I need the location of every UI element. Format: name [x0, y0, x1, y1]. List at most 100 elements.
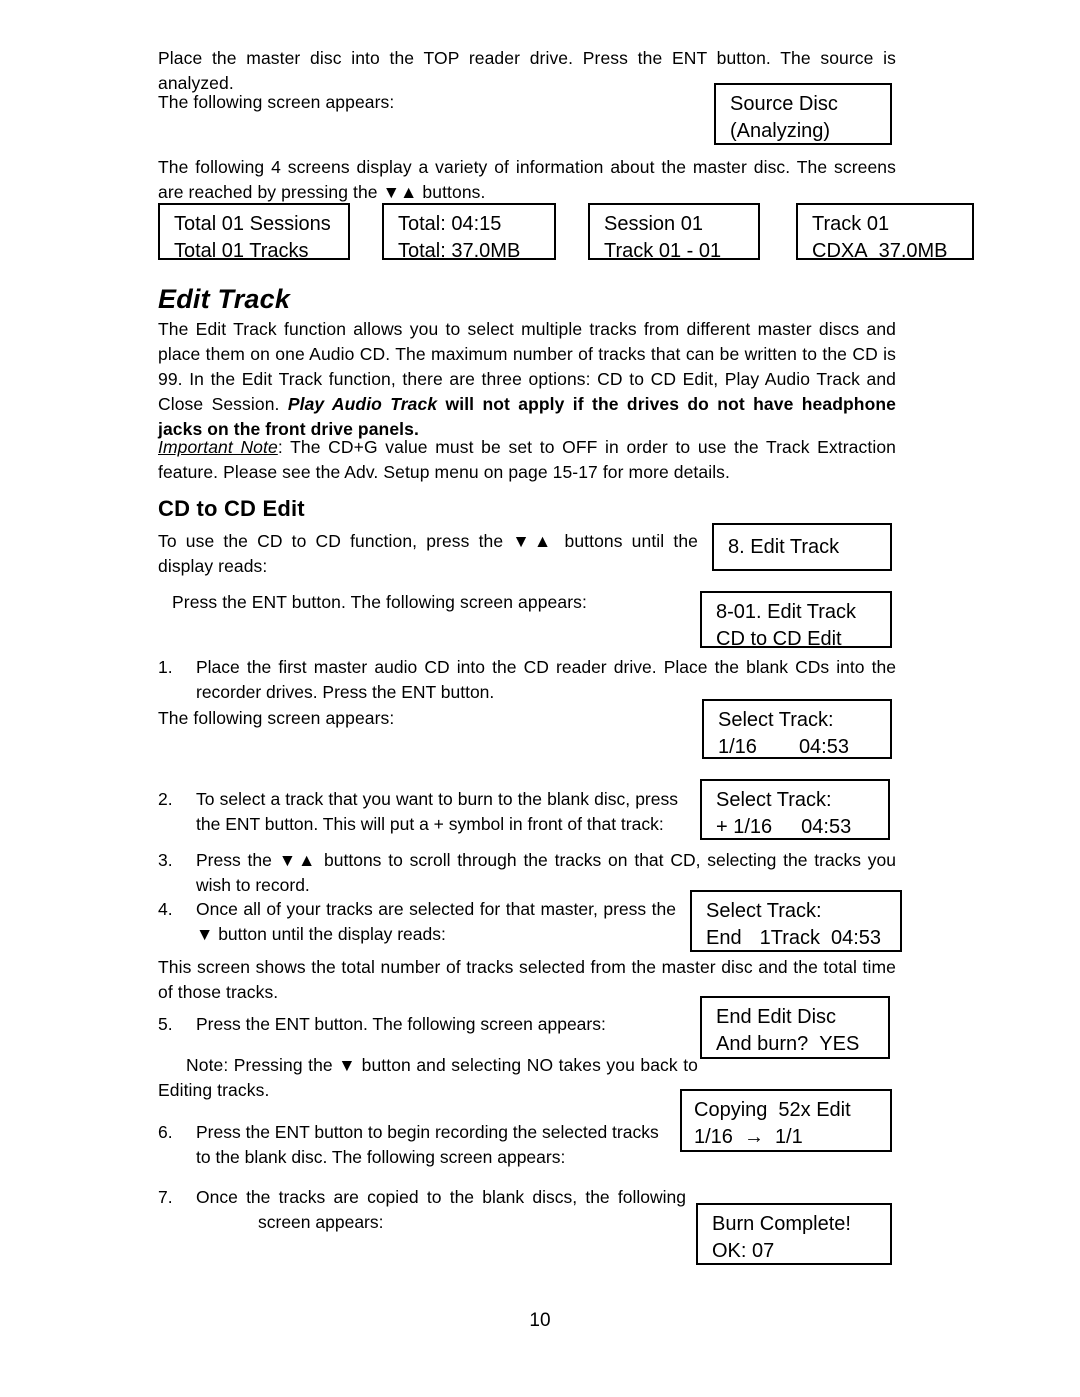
updown-arrows-icon: ▼▲	[278, 850, 318, 870]
lcd-line-2: 1/16 → 1/1	[694, 1124, 890, 1151]
lcd-line-1: Burn Complete!	[712, 1213, 851, 1235]
step-text: Once all of your tracks are selected for…	[196, 897, 676, 947]
intro-paragraph-2: The following screen appears:	[158, 92, 395, 112]
step-number: 1.	[158, 657, 173, 677]
step-number: 6.	[158, 1122, 173, 1142]
step-item-4: 4. Once all of your tracks are selected …	[158, 897, 676, 947]
note-paragraph: Note: Pressing the ▼ button and selectin…	[158, 1053, 698, 1103]
lcd-line-2: End 1Track 04:53	[706, 925, 900, 952]
heading-edit-track: Edit Track	[158, 284, 291, 314]
updown-arrows-icon: ▼▲	[382, 182, 418, 202]
heading-cd-to-cd-edit: CD to CD Edit	[158, 496, 305, 521]
intro-paragraph-3: The following 4 screens display a variet…	[158, 155, 896, 205]
step-text: Place the first master audio CD into the…	[196, 657, 896, 702]
page-number: 10	[529, 1310, 551, 1331]
cd-intro-text-a: To use the CD to CD function, press the	[158, 531, 513, 551]
lcd-track-time: 04:53	[801, 816, 852, 838]
lcd-burn-answer: YES	[819, 1033, 860, 1055]
lcd-total-time-size: Total: 04:15 Total: 37.0MB	[382, 203, 556, 262]
edit-track-body: The Edit Track function allows you to se…	[158, 317, 896, 442]
step7-line-1: Once the tracks are copied to the blank …	[196, 1187, 686, 1207]
lcd-session-track: Session 01 Track 01 - 01	[588, 203, 760, 262]
lcd-line-1: Track 01	[812, 213, 890, 235]
intro-p3-text-a: The following 4 screens display a variet…	[158, 157, 896, 202]
lcd-track-time: 04:53	[798, 736, 849, 758]
down-arrow-icon: ▼	[338, 1055, 357, 1075]
lcd-line-1: Source Disc	[730, 93, 838, 115]
lcd-copying: Copying 52x Edit 1/16 → 1/1	[680, 1089, 892, 1152]
following-screen-line-1: The following screen appears:	[158, 708, 395, 728]
lcd-line-1: Copying 52x Edit	[694, 1097, 890, 1124]
down-arrow-icon: ▼	[196, 924, 214, 944]
lcd-line-2-size: 37.0MB	[878, 240, 948, 262]
lcd-track-index: + 1/16	[716, 816, 773, 838]
important-note-label: Important Note	[158, 437, 278, 457]
lcd-line-2: Total: 37.0MB	[398, 240, 521, 262]
lcd-line-2: OK: 07	[712, 1240, 775, 1262]
step4-text-a: Once all of your tracks are selected for…	[196, 899, 676, 919]
step-item-7: 7. Once the tracks are copied to the bla…	[158, 1185, 686, 1235]
lcd-line-1: Session 01	[604, 213, 703, 235]
note-text-a: Note: Pressing the	[186, 1055, 339, 1075]
edit-track-emphasis: Play Audio Track	[287, 394, 438, 414]
intro-p3-text-b: buttons.	[417, 182, 486, 202]
step-text: To select a track that you want to burn …	[196, 789, 678, 834]
lcd-line-1: Select Track:	[716, 789, 832, 811]
lcd-select-track-1: Select Track: 1/16 04:53	[702, 699, 892, 759]
step-item-2: 2. To select a track that you want to bu…	[158, 787, 678, 837]
lcd-end-label: End	[706, 927, 742, 949]
cd-to-cd-intro: To use the CD to CD function, press the …	[158, 529, 698, 579]
lcd-line-1: 8-01. Edit Track	[716, 601, 857, 623]
right-arrow-icon: →	[743, 1126, 764, 1148]
step-number: 7.	[158, 1187, 173, 1207]
lcd-line-2: (Analyzing)	[730, 120, 831, 142]
lcd-select-track-2: Select Track: + 1/16 04:53	[700, 779, 890, 840]
lcd-line-2: 1/16 04:53	[718, 734, 890, 761]
step-number: 3.	[158, 850, 173, 870]
lcd-edit-track-menu: 8. Edit Track	[712, 523, 892, 571]
lcd-line-2-format: CDXA	[812, 240, 868, 262]
lcd-track-count: 1Track	[759, 927, 820, 949]
document-page: Place the master disc into the TOP reade…	[0, 0, 1080, 1397]
lcd-end-edit-disc: End Edit Disc And burn? YES	[700, 996, 890, 1059]
lcd-line-2: And burn? YES	[716, 1031, 888, 1058]
lcd-copy-target: 1/1	[774, 1126, 803, 1148]
lcd-line-1: Total 01 Sessions	[174, 213, 331, 235]
step-number: 4.	[158, 899, 173, 919]
lcd-copying-speed: 52x Edit	[778, 1099, 851, 1121]
lcd-line-2: CDXA 37.0MB	[812, 238, 972, 265]
lcd-track-cdxa: Track 01 CDXA 37.0MB	[796, 203, 974, 262]
step3-text-a: Press the	[196, 850, 279, 870]
lcd-track-time: 04:53	[830, 927, 882, 949]
lcd-line-1: Total: 04:15	[398, 213, 502, 235]
step-text: Press the ENT button to begin recording …	[196, 1122, 659, 1167]
lcd-source-disc: Source Disc (Analyzing)	[714, 83, 892, 145]
lcd-line-2: + 1/16 04:53	[716, 814, 888, 841]
step-number: 5.	[158, 1014, 173, 1034]
step-item-5: 5. Press the ENT button. The following s…	[158, 1012, 698, 1037]
lcd-line-1: Select Track:	[706, 900, 822, 922]
step-item-6: 6. Press the ENT button to begin recordi…	[158, 1120, 678, 1170]
lcd-copying-label: Copying	[694, 1099, 768, 1121]
important-note-paragraph: Important Note: The CD+G value must be s…	[158, 435, 896, 485]
updown-arrows-icon: ▼▲	[512, 531, 556, 551]
lcd-copy-source: 1/16	[694, 1126, 733, 1148]
lcd-line-1: Select Track:	[718, 709, 834, 731]
lcd-track-index: 1/16	[718, 736, 757, 758]
press-ent-line: Press the ENT button. The following scre…	[172, 592, 587, 612]
lcd-select-track-end: Select Track: End 1Track 04:53	[690, 890, 902, 952]
lcd-line-1: End Edit Disc	[716, 1006, 837, 1028]
lcd-line-2: Track 01 - 01	[604, 240, 722, 262]
lcd-total-sessions: Total 01 Sessions Total 01 Tracks	[158, 203, 350, 262]
step-text: Press the ENT button. The following scre…	[196, 1014, 606, 1034]
step7-line-2: screen appears:	[258, 1212, 384, 1232]
lcd-edit-track-submenu: 8-01. Edit Track CD to CD Edit	[700, 591, 892, 650]
lcd-line-2: CD to CD Edit	[716, 628, 842, 650]
lcd-line-2: Total 01 Tracks	[174, 240, 309, 262]
lcd-burn-prompt: And burn?	[716, 1033, 809, 1055]
lcd-burn-complete: Burn Complete! OK: 07	[696, 1203, 892, 1265]
step-number: 2.	[158, 789, 173, 809]
step-item-1: 1. Place the first master audio CD into …	[158, 655, 896, 705]
step4-text-b: button until the display reads:	[213, 924, 446, 944]
lcd-line-1: 8. Edit Track	[728, 536, 840, 558]
